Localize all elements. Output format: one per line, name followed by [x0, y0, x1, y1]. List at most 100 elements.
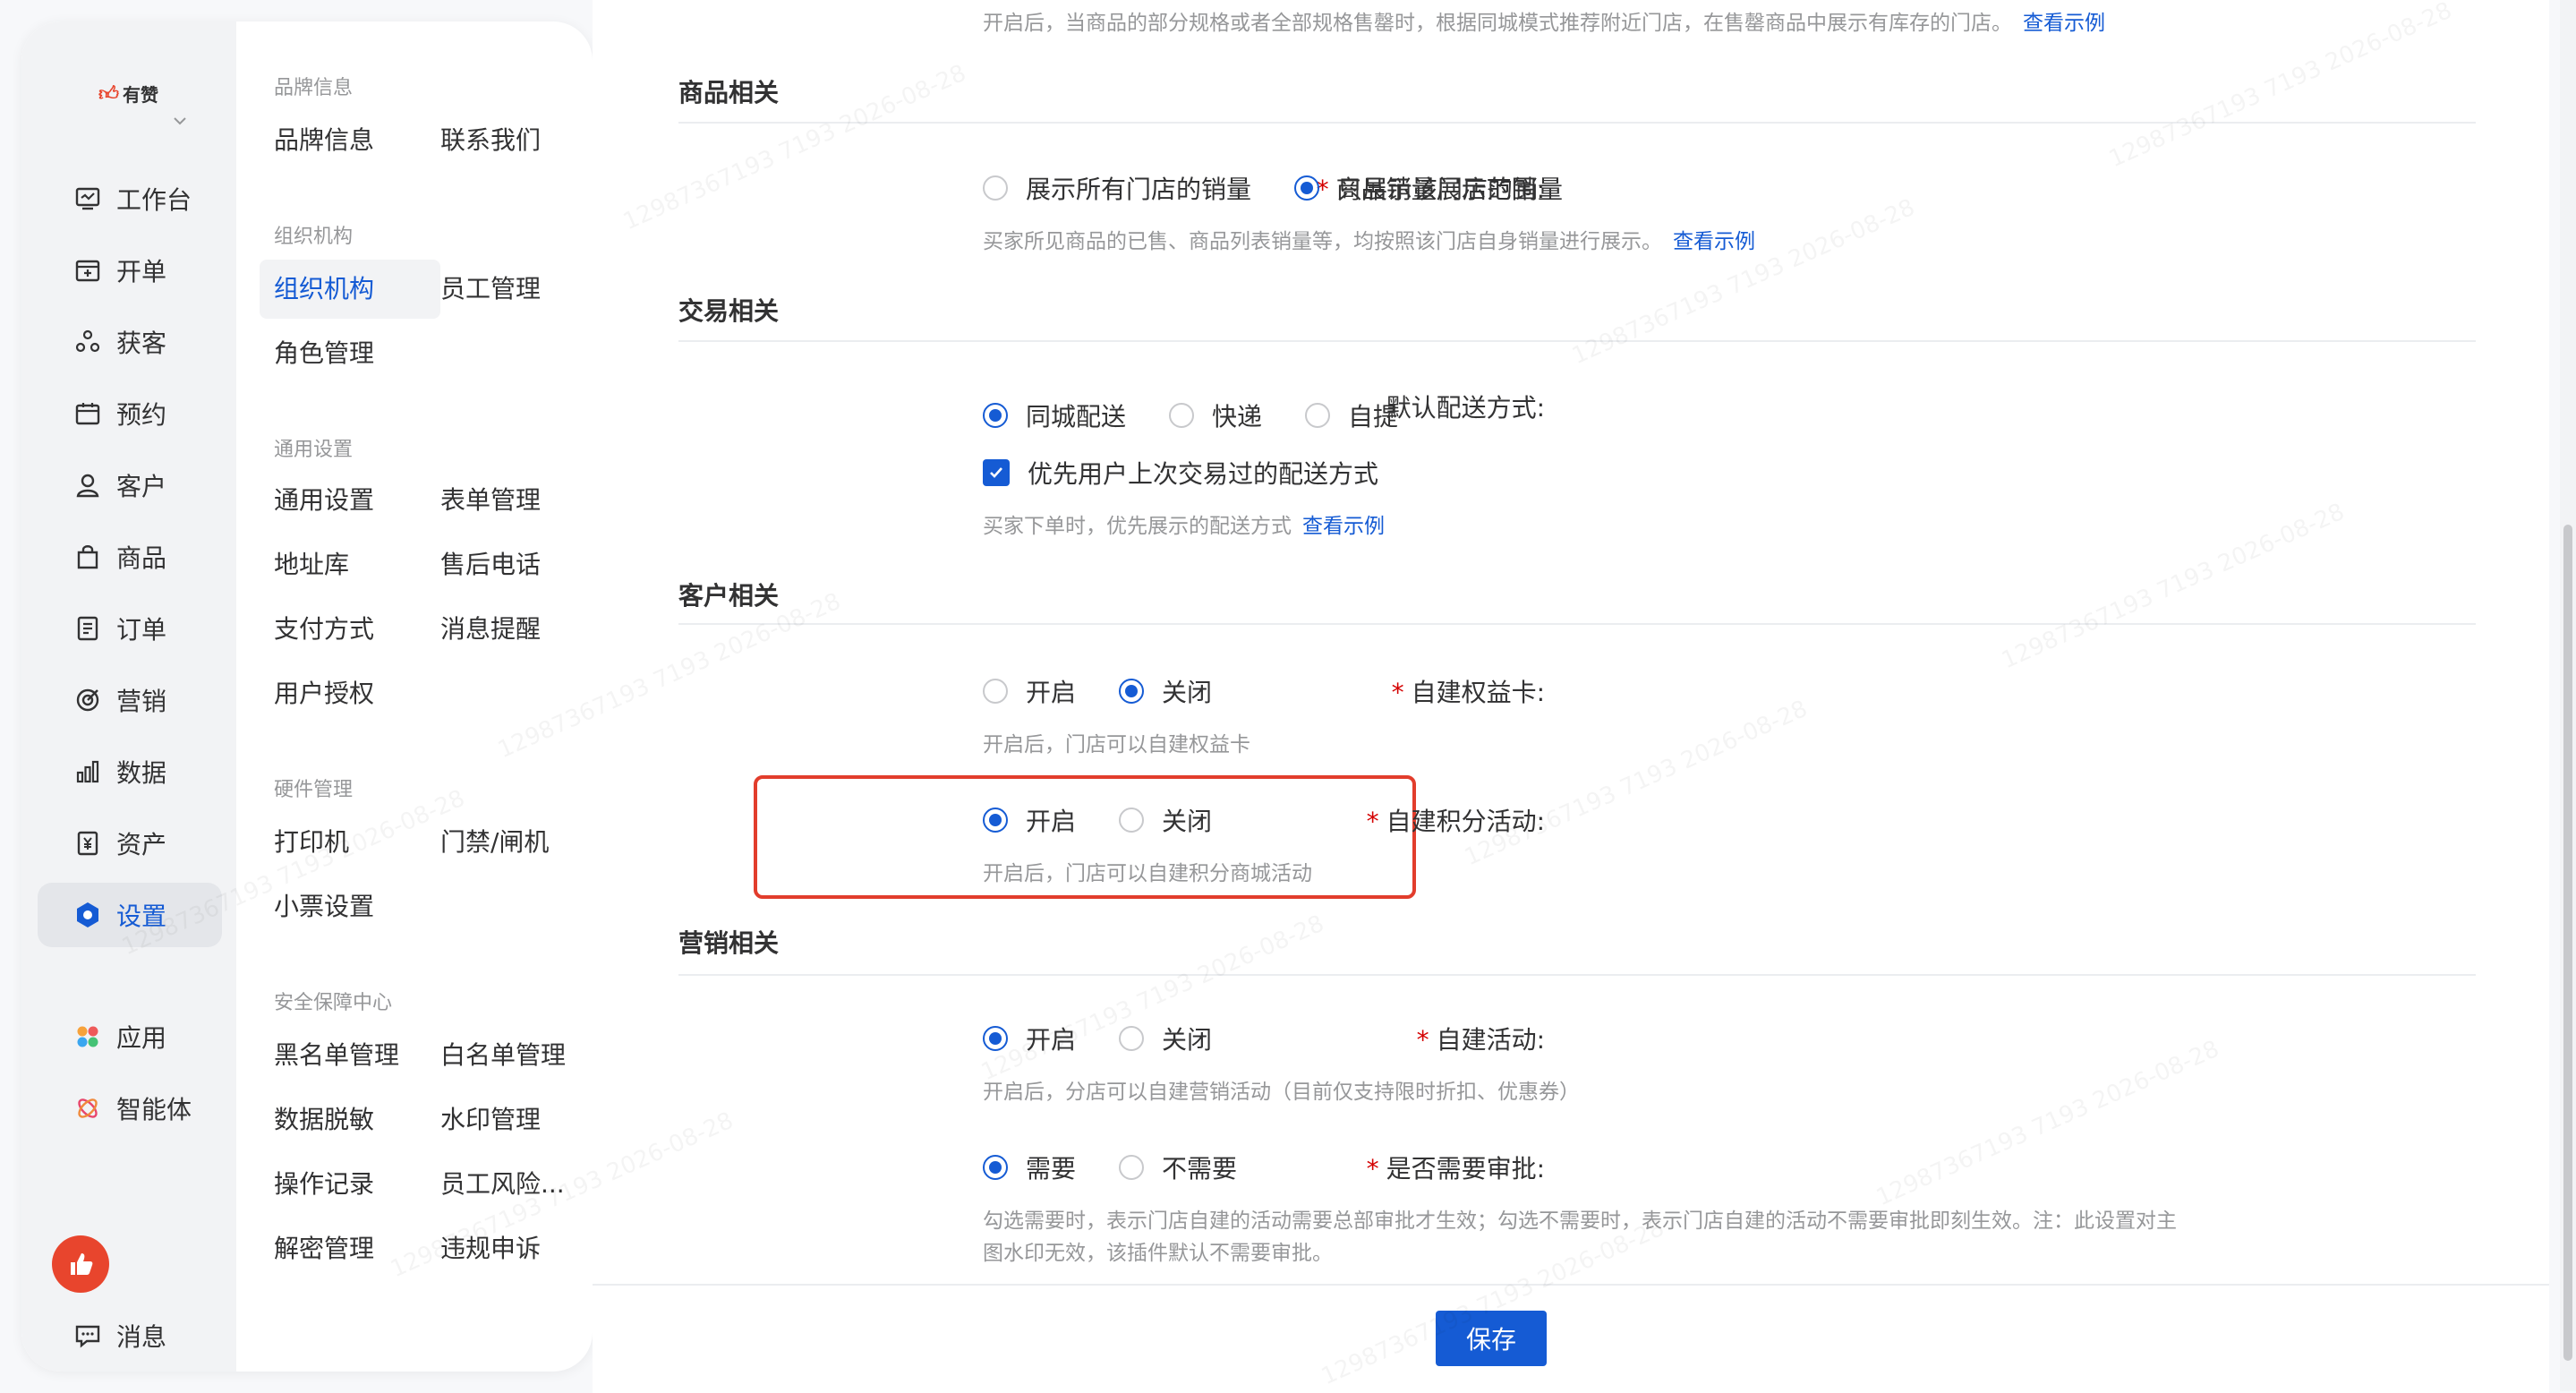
- section-title-goods: 商品相关: [678, 78, 780, 107]
- apps-icon: [72, 1021, 104, 1053]
- radio-approval-not-required[interactable]: 不需要: [1119, 1149, 1237, 1185]
- sub-item-staff-risk[interactable]: 员工风险...: [440, 1155, 565, 1214]
- acquire-icon: [72, 326, 104, 358]
- nav-item-assets[interactable]: 资产: [38, 811, 222, 876]
- radio-all-stores-sales[interactable]: 展示所有门店的销量: [983, 170, 1251, 206]
- target-icon: [72, 684, 104, 716]
- view-example-link[interactable]: 查看示例: [2023, 12, 2105, 35]
- brand-logo[interactable]: 👍︎ 有赞: [98, 81, 158, 107]
- radio-points-activity-on[interactable]: 开启: [983, 802, 1076, 838]
- nav-label: 商品: [116, 543, 167, 573]
- label-approval: * 是否需要审批:: [1366, 1154, 1545, 1184]
- sub-item-decrypt[interactable]: 解密管理: [274, 1219, 374, 1278]
- sub-item-appeal[interactable]: 违规申诉: [440, 1219, 541, 1278]
- sub-item-payment[interactable]: 支付方式: [274, 600, 374, 659]
- sub-item-form-management[interactable]: 表单管理: [440, 471, 541, 530]
- radio-self-activity-off[interactable]: 关闭: [1119, 1021, 1212, 1056]
- order-create-icon: [72, 254, 104, 286]
- group-title-security: 安全保障中心: [274, 992, 393, 1014]
- group-title-brand: 品牌信息: [274, 77, 354, 99]
- sub-item-user-auth[interactable]: 用户授权: [274, 664, 374, 723]
- group-title-general: 通用设置: [274, 439, 354, 461]
- required-mark: *: [1366, 807, 1379, 836]
- sub-item-address-book[interactable]: 地址库: [274, 535, 349, 594]
- divider: [678, 974, 2476, 976]
- sub-item-contact-us[interactable]: 联系我们: [440, 111, 541, 170]
- nav-item-customer[interactable]: 客户: [38, 453, 222, 517]
- nav-item-data[interactable]: 数据: [38, 739, 222, 804]
- footer-bar: [593, 1284, 2549, 1393]
- nav-item-goods[interactable]: 商品: [38, 525, 222, 589]
- gear-icon: [72, 899, 104, 931]
- sub-item-staff[interactable]: 员工管理: [440, 260, 541, 319]
- nav-label: 营销: [116, 687, 167, 716]
- nav-label: 获客: [116, 329, 167, 358]
- radio-express[interactable]: 快递: [1169, 397, 1262, 433]
- radio-benefit-card-off[interactable]: 关闭: [1119, 673, 1212, 709]
- bag-icon: [72, 541, 104, 573]
- help-text-self-activity: 开启后，分店可以自建营销活动（目前仅支持限时折扣、优惠券）: [983, 1081, 1580, 1104]
- workbench-icon: [72, 183, 104, 215]
- group-title-hardware: 硬件管理: [274, 779, 354, 801]
- sub-item-receipt[interactable]: 小票设置: [274, 877, 374, 936]
- sub-item-gate[interactable]: 门禁/闸机: [440, 813, 549, 872]
- save-button[interactable]: 保存: [1436, 1311, 1547, 1366]
- secondary-nav: 品牌信息 品牌信息 联系我们 组织机构 组织机构 员工管理 角色管理 通用设置 …: [236, 21, 593, 1372]
- brand-logo-text: 有赞: [123, 84, 158, 106]
- nav-item-workbench[interactable]: 工作台: [38, 167, 222, 231]
- label-benefit-card: * 自建权益卡:: [1391, 678, 1545, 707]
- section-title-trade: 交易相关: [678, 296, 780, 326]
- radio-same-city-delivery[interactable]: 同城配送: [983, 397, 1126, 433]
- thumbs-up-icon: 👍︎: [98, 83, 119, 106]
- nav-item-agent[interactable]: 智能体: [38, 1076, 222, 1141]
- nav-label: 资产: [116, 830, 167, 859]
- radio-this-store-sales[interactable]: 只展示该门店的销量: [1294, 170, 1563, 206]
- nav-item-acquire[interactable]: 获客: [38, 310, 222, 374]
- sub-item-watermark[interactable]: 水印管理: [440, 1090, 541, 1149]
- nav-item-create-order[interactable]: 开单: [38, 238, 222, 303]
- sub-item-printer[interactable]: 打印机: [274, 813, 349, 872]
- radio-approval-required[interactable]: 需要: [983, 1149, 1076, 1185]
- nav-label: 数据: [116, 758, 167, 788]
- navigation-panel: 👍︎ 有赞 工作台 开单 获客 预约 客户 商品 订单 营销 数据 资产 设置 …: [21, 21, 593, 1372]
- sub-item-organization[interactable]: 组织机构: [260, 260, 440, 319]
- sub-item-whitelist[interactable]: 白名单管理: [440, 1026, 566, 1085]
- nav-item-orders[interactable]: 订单: [38, 596, 222, 661]
- sub-item-brand-info[interactable]: 品牌信息: [274, 111, 374, 170]
- help-text-approval-line1: 勾选需要时，表示门店自建的活动需要总部审批才生效；勾选不需要时，表示门店自建的活…: [983, 1209, 2177, 1233]
- check-icon: [983, 459, 1010, 486]
- label-self-activity: * 自建活动:: [1416, 1025, 1545, 1055]
- nav-label: 设置: [116, 902, 167, 931]
- avatar[interactable]: [52, 1235, 109, 1293]
- sub-item-blacklist[interactable]: 黑名单管理: [274, 1026, 399, 1085]
- sub-item-roles[interactable]: 角色管理: [274, 324, 374, 383]
- nav-item-marketing[interactable]: 营销: [38, 668, 222, 732]
- sub-item-notifications[interactable]: 消息提醒: [440, 600, 541, 659]
- radio-self-pickup[interactable]: 自提: [1305, 397, 1398, 433]
- nav-label: 预约: [116, 400, 167, 430]
- scrollbar-thumb[interactable]: [2563, 525, 2572, 1361]
- radio-points-activity-off[interactable]: 关闭: [1119, 802, 1212, 838]
- nav-item-apps[interactable]: 应用: [38, 1004, 222, 1069]
- checkbox-prefer-last-delivery[interactable]: 优先用户上次交易过的配送方式: [983, 455, 1378, 491]
- sub-item-general-settings[interactable]: 通用设置: [274, 471, 374, 530]
- help-text-points-activity: 开启后，门店可以自建积分商城活动: [983, 862, 1312, 885]
- sub-item-data-masking[interactable]: 数据脱敏: [274, 1090, 374, 1149]
- divider: [678, 623, 2476, 625]
- asset-icon: [72, 827, 104, 859]
- chevron-down-icon[interactable]: [170, 111, 190, 131]
- sub-item-operation-log[interactable]: 操作记录: [274, 1155, 374, 1214]
- radio-self-activity-on[interactable]: 开启: [983, 1021, 1076, 1056]
- sub-item-aftersale-phone[interactable]: 售后电话: [440, 535, 541, 594]
- nav-item-appointment[interactable]: 预约: [38, 381, 222, 446]
- settings-content: 开启后，当商品的部分规格或者全部规格售罄时，根据同城模式推荐附近门店，在售罄商品…: [593, 0, 2549, 1284]
- message-icon: [72, 1320, 104, 1352]
- nav-item-messages[interactable]: 消息: [38, 1303, 222, 1368]
- view-example-link[interactable]: 查看示例: [1302, 515, 1385, 538]
- radio-benefit-card-on[interactable]: 开启: [983, 673, 1076, 709]
- section-title-customer: 客户相关: [678, 581, 780, 611]
- bar-chart-icon: [72, 756, 104, 788]
- nav-item-settings[interactable]: 设置: [38, 883, 222, 947]
- required-mark: *: [1416, 1025, 1429, 1055]
- view-example-link[interactable]: 查看示例: [1673, 230, 1755, 253]
